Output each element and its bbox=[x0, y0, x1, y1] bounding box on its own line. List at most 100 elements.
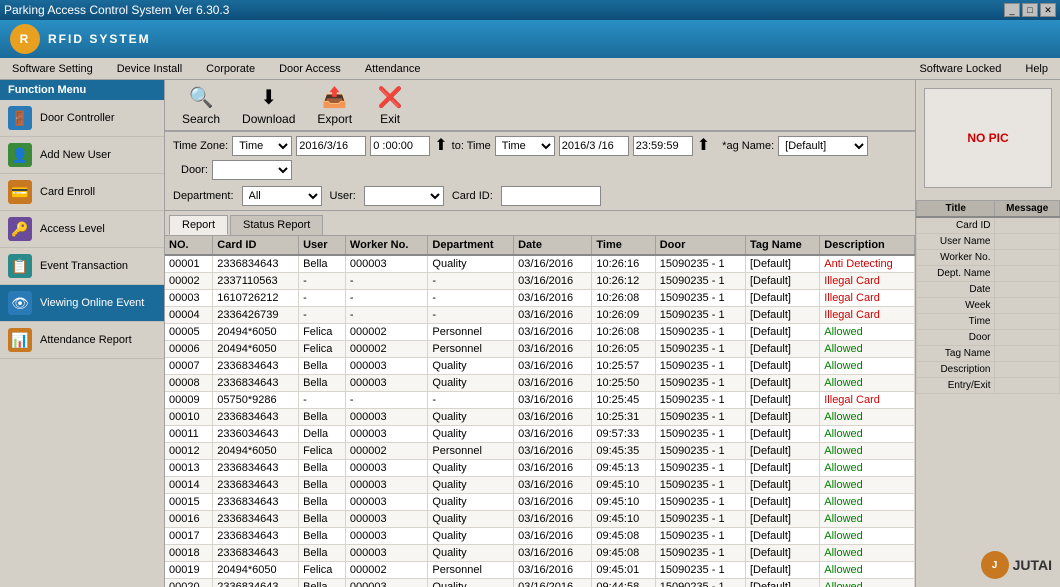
info-table-row: Card ID bbox=[917, 217, 1060, 234]
timezone-select[interactable]: Time bbox=[232, 136, 292, 156]
toolbar: 🔍 Search ⬇ Download 📤 Export ❌ Exit bbox=[165, 80, 915, 132]
menu-device-install[interactable]: Device Install bbox=[105, 61, 194, 77]
col-tag-name: Tag Name bbox=[745, 236, 819, 255]
menu-software-setting[interactable]: Software Setting bbox=[0, 61, 105, 77]
tab-bar: Report Status Report bbox=[165, 211, 915, 236]
menu-software-locked[interactable]: Software Locked bbox=[907, 61, 1013, 77]
close-button[interactable]: ✕ bbox=[1040, 3, 1056, 17]
info-table: Title Message Card IDUser NameWorker No.… bbox=[916, 200, 1060, 394]
sidebar-item-access-level[interactable]: 🔑 Access Level bbox=[0, 211, 164, 248]
data-table: NO. Card ID User Worker No. Department D… bbox=[165, 236, 915, 587]
table-row[interactable]: 00012 20494*6050 Felica 000002 Personnel… bbox=[165, 443, 915, 460]
event-transaction-icon: 📋 bbox=[8, 254, 32, 278]
exit-label: Exit bbox=[380, 112, 400, 126]
dept-label: Department: bbox=[173, 190, 234, 202]
access-level-icon: 🔑 bbox=[8, 217, 32, 241]
no-pic-display: NO PIC bbox=[924, 88, 1052, 188]
exit-button[interactable]: ❌ Exit bbox=[365, 80, 415, 131]
table-row[interactable]: 00017 2336834643 Bella 000003 Quality 03… bbox=[165, 528, 915, 545]
table-row[interactable]: 00005 20494*6050 Felica 000002 Personnel… bbox=[165, 324, 915, 341]
minimize-button[interactable]: _ bbox=[1004, 3, 1020, 17]
tab-report[interactable]: Report bbox=[169, 215, 228, 235]
user-label: User: bbox=[330, 190, 356, 202]
menu-help[interactable]: Help bbox=[1013, 61, 1060, 77]
tagname-select[interactable]: [Default] bbox=[778, 136, 868, 156]
info-table-header: Title Message bbox=[917, 201, 1060, 218]
menu-door-access[interactable]: Door Access bbox=[267, 61, 353, 77]
download-button[interactable]: ⬇ Download bbox=[233, 80, 304, 131]
to-select[interactable]: Time bbox=[495, 136, 555, 156]
table-row[interactable]: 00011 2336034643 Della 000003 Quality 03… bbox=[165, 426, 915, 443]
info-col-title: Title bbox=[917, 201, 995, 218]
table-row[interactable]: 00016 2336834643 Bella 000003 Quality 03… bbox=[165, 511, 915, 528]
sidebar-item-attendance-report[interactable]: 📊 Attendance Report bbox=[0, 322, 164, 359]
sidebar-item-door-controller[interactable]: 🚪 Door Controller bbox=[0, 100, 164, 137]
sidebar-item-card-enroll[interactable]: 💳 Card Enroll bbox=[0, 174, 164, 211]
tagname-label: *ag Name: bbox=[722, 140, 774, 152]
from-time-input[interactable] bbox=[370, 136, 430, 156]
sidebar-item-add-new-user[interactable]: 👤 Add New User bbox=[0, 137, 164, 174]
table-row[interactable]: 00007 2336834643 Bella 000003 Quality 03… bbox=[165, 358, 915, 375]
table-row[interactable]: 00003 1610726212 - - - 03/16/2016 10:26:… bbox=[165, 290, 915, 307]
jutai-text: JUTAI bbox=[1013, 557, 1052, 573]
no-pic-label: NO PIC bbox=[967, 131, 1008, 145]
info-table-row: User Name bbox=[917, 234, 1060, 250]
to-date-input[interactable] bbox=[559, 136, 629, 156]
table-row[interactable]: 00015 2336834643 Bella 000003 Quality 03… bbox=[165, 494, 915, 511]
info-table-row: Week bbox=[917, 298, 1060, 314]
filter-timezone-row: Time Zone: Time ⬆ to: Time Time ⬆ bbox=[173, 136, 710, 156]
export-button[interactable]: 📤 Export bbox=[308, 80, 361, 131]
to-time-input[interactable] bbox=[633, 136, 693, 156]
info-table-body: Card IDUser NameWorker No.Dept. NameDate… bbox=[917, 217, 1060, 394]
door-select[interactable] bbox=[212, 160, 292, 180]
table-row[interactable]: 00006 20494*6050 Felica 000002 Personnel… bbox=[165, 341, 915, 358]
info-col-message: Message bbox=[995, 201, 1060, 218]
info-table-row: Date bbox=[917, 282, 1060, 298]
table-row[interactable]: 00002 2337110563 - - - 03/16/2016 10:26:… bbox=[165, 273, 915, 290]
content-area: 🔍 Search ⬇ Download 📤 Export ❌ Exit Time… bbox=[165, 80, 915, 587]
table-row[interactable]: 00004 2336426739 - - - 03/16/2016 10:26:… bbox=[165, 307, 915, 324]
sidebar-item-event-transaction[interactable]: 📋 Event Transaction bbox=[0, 248, 164, 285]
exit-icon: ❌ bbox=[378, 85, 403, 110]
info-table-row: Tag Name bbox=[917, 346, 1060, 362]
dept-select[interactable]: All bbox=[242, 186, 322, 206]
menu-attendance[interactable]: Attendance bbox=[353, 61, 433, 77]
table-container[interactable]: NO. Card ID User Worker No. Department D… bbox=[165, 236, 915, 587]
col-description: Description bbox=[820, 236, 915, 255]
export-label: Export bbox=[317, 112, 352, 126]
sidebar-label-add-user: Add New User bbox=[40, 149, 111, 161]
filter-tagname-row: *ag Name: [Default] bbox=[722, 136, 868, 156]
table-row[interactable]: 00020 2336834643 Bella 000003 Quality 03… bbox=[165, 579, 915, 587]
table-row[interactable]: 00008 2336834643 Bella 000003 Quality 03… bbox=[165, 375, 915, 392]
info-table-row: Entry/Exit bbox=[917, 378, 1060, 394]
sidebar-item-viewing-online-event[interactable]: 👁 Viewing Online Event bbox=[0, 285, 164, 322]
from-date-input[interactable] bbox=[296, 136, 366, 156]
sidebar-label-attendance-report: Attendance Report bbox=[40, 334, 132, 346]
table-row[interactable]: 00010 2336834643 Bella 000003 Quality 03… bbox=[165, 409, 915, 426]
search-button[interactable]: 🔍 Search bbox=[173, 80, 229, 131]
table-row[interactable]: 00018 2336834643 Bella 000003 Quality 03… bbox=[165, 545, 915, 562]
col-user: User bbox=[299, 236, 346, 255]
cardid-input[interactable] bbox=[501, 186, 601, 206]
card-enroll-icon: 💳 bbox=[8, 180, 32, 204]
table-body: 00001 2336834643 Bella 000003 Quality 03… bbox=[165, 255, 915, 587]
user-select[interactable] bbox=[364, 186, 444, 206]
table-row[interactable]: 00009 05750*9286 - - - 03/16/2016 10:25:… bbox=[165, 392, 915, 409]
maximize-button[interactable]: □ bbox=[1022, 3, 1038, 17]
tab-status-report[interactable]: Status Report bbox=[230, 215, 323, 235]
table-row[interactable]: 00001 2336834643 Bella 000003 Quality 03… bbox=[165, 255, 915, 273]
sidebar-label-card-enroll: Card Enroll bbox=[40, 186, 95, 198]
info-table-row: Dept. Name bbox=[917, 266, 1060, 282]
info-table-row: Time bbox=[917, 314, 1060, 330]
table-header-row: NO. Card ID User Worker No. Department D… bbox=[165, 236, 915, 255]
to-time-spinner[interactable]: ⬆ bbox=[697, 138, 710, 154]
rfid-icon: R bbox=[10, 24, 40, 54]
table-row[interactable]: 00014 2336834643 Bella 000003 Quality 03… bbox=[165, 477, 915, 494]
table-row[interactable]: 00013 2336834643 Bella 000003 Quality 03… bbox=[165, 460, 915, 477]
sidebar-label-viewing-online: Viewing Online Event bbox=[40, 297, 144, 309]
time-spinner-up[interactable]: ⬆ bbox=[434, 138, 447, 154]
menu-corporate[interactable]: Corporate bbox=[194, 61, 267, 77]
app-header: R RFID SYSTEM bbox=[0, 20, 1060, 58]
jutai-circle-icon: J bbox=[981, 551, 1009, 579]
table-row[interactable]: 00019 20494*6050 Felica 000002 Personnel… bbox=[165, 562, 915, 579]
